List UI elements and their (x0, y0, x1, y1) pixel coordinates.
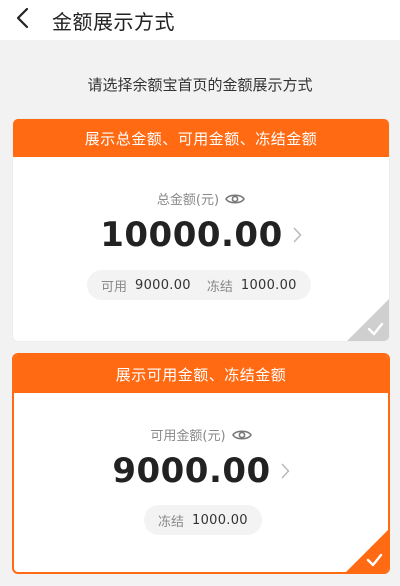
amount-label-row: 可用金额(元) (14, 425, 388, 444)
eye-icon[interactable] (231, 428, 252, 442)
breakdown-pill: 可用 9000.00 冻结 1000.00 (87, 270, 311, 300)
amount-label: 可用金额(元) (150, 429, 226, 444)
frozen-value: 1000.00 (240, 277, 297, 293)
nav-bar: 金额展示方式 (0, 0, 400, 40)
amount-label: 总金额(元) (156, 193, 220, 208)
eye-icon[interactable] (225, 192, 246, 206)
selection-check-unselected (347, 299, 389, 341)
available-amount: 9000.00 (112, 451, 271, 491)
option-card-total[interactable]: 展示总金额、可用金额、冻结金额 总金额(元) 10000.00 可用 9000.… (12, 118, 390, 342)
chevron-right-icon (281, 463, 290, 479)
option-header: 展示总金额、可用金额、冻结金额 (13, 119, 389, 157)
frozen-value: 1000.00 (192, 512, 248, 528)
total-amount: 10000.00 (100, 215, 283, 255)
chevron-right-icon (293, 227, 302, 243)
frozen-label: 冻结 (206, 279, 233, 295)
selection-check-selected (346, 530, 388, 572)
back-button[interactable] (8, 5, 38, 35)
option-card-available[interactable]: 展示可用金额、冻结金额 可用金额(元) 9000.00 冻结 1000.00 (12, 353, 390, 574)
available-label: 可用 (101, 279, 128, 295)
amount-row: 10000.00 (13, 215, 389, 255)
app-screen: 金额展示方式 请选择余额宝首页的金额展示方式 展示总金额、可用金额、冻结金额 总… (0, 0, 400, 586)
amount-label-row: 总金额(元) (13, 189, 389, 208)
page-title: 金额展示方式 (52, 10, 175, 34)
available-value: 9000.00 (135, 277, 191, 293)
breakdown-pill: 冻结 1000.00 (144, 505, 262, 535)
amount-row: 9000.00 (14, 451, 388, 491)
page-subtitle: 请选择余额宝首页的金额展示方式 (87, 76, 313, 94)
option-header: 展示可用金额、冻结金额 (14, 355, 388, 393)
chevron-left-icon (16, 7, 30, 33)
frozen-label: 冻结 (158, 514, 185, 530)
